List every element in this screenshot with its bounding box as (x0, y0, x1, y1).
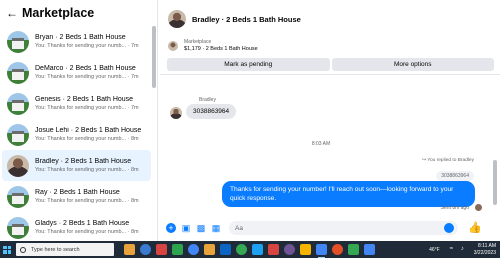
taskbar-app-icon[interactable] (124, 244, 135, 255)
taskbar-app-icon[interactable] (268, 244, 279, 255)
chat-scrollbar[interactable] (493, 160, 497, 205)
plus-icon[interactable]: + (166, 223, 176, 233)
taskbar-app-icon[interactable] (332, 244, 343, 255)
conversation-item[interactable]: Bradley · 2 Beds 1 Bath House You: Thanks… (2, 150, 151, 181)
conversation-item[interactable]: Bryan · 2 Beds 1 Bath House You: Thanks f… (2, 26, 151, 57)
listing-summary[interactable]: Marketplace $1,179 · 2 Beds 1 Bath House (160, 38, 500, 54)
windows-icon (3, 245, 11, 254)
conversation-name: Bryan · 2 Beds 1 Bath House (35, 34, 126, 41)
conversation-preview: You: Thanks for sending your numb... · 8… (35, 229, 139, 235)
taskbar-app-icon[interactable] (252, 244, 263, 255)
read-receipt-avatar (475, 204, 482, 211)
replied-label: ↪ You replied to Bradley (421, 158, 474, 163)
taskbar-app-icon[interactable] (348, 244, 359, 255)
conversation-avatar (7, 154, 29, 177)
more-options-button[interactable]: More options (331, 58, 494, 71)
conversation-item[interactable]: Josue Lehi · 2 Beds 1 Bath House You: Tha… (2, 119, 151, 150)
conversation-preview: You: Thanks for sending your numb... · 8… (35, 167, 139, 173)
start-button[interactable] (0, 241, 14, 258)
conversation-preview: You: Thanks for sending your numb... · 7… (35, 43, 139, 49)
conversation-avatar (7, 216, 29, 239)
conversation-item[interactable]: Gladys · 2 Beds 1 Bath House You: Thanks … (2, 212, 151, 241)
mark-as-pending-button[interactable]: Mark as pending (167, 58, 330, 71)
quoted-message[interactable]: 3038863964 (436, 171, 474, 181)
taskbar-app-icon[interactable] (204, 244, 215, 255)
taskbar-search-placeholder: Type here to search (31, 246, 80, 253)
conversation-avatar (7, 92, 29, 115)
conversation-name: Bradley · 2 Beds 1 Bath House (35, 158, 132, 165)
marketplace-header: ← Marketplace (0, 0, 157, 26)
conversation-avatar (7, 61, 29, 84)
taskbar-app-icon[interactable] (236, 244, 247, 255)
conversation-name: DeMarco · 2 Beds 1 Bath House (35, 65, 136, 72)
system-tray: 46°F ≈ ♪ 8:11 AM 3/22/2023 (429, 241, 496, 258)
gif-icon[interactable]: ▦ (211, 223, 221, 233)
search-icon (20, 246, 26, 253)
wifi-icon[interactable]: ≈ (450, 246, 457, 253)
taskbar-app-icon[interactable] (364, 244, 375, 255)
conversation-avatar (7, 185, 29, 208)
conversation-preview: You: Thanks for sending your numb... · 8… (35, 198, 139, 204)
taskbar-app-icon[interactable] (156, 244, 167, 255)
chat-panel: Bradley · 2 Beds 1 Bath House Marketplac… (160, 0, 500, 241)
taskbar-app-icon[interactable] (172, 244, 183, 255)
composer: + ▣ ▩ ▦ 👍 (160, 216, 500, 240)
conversation-name: Gladys · 2 Beds 1 Bath House (35, 220, 130, 227)
conversation-item[interactable]: Genesis · 2 Beds 1 Bath House You: Thanks… (2, 88, 151, 119)
taskbar-app-icon[interactable] (300, 244, 311, 255)
message-input[interactable] (229, 221, 458, 235)
incoming-message[interactable]: 3038863964 (186, 104, 237, 119)
emoji-icon[interactable] (444, 223, 454, 233)
chat-avatar[interactable] (168, 10, 186, 28)
listing-thumbnail (168, 41, 178, 51)
weather-readout[interactable]: 46°F (429, 247, 440, 253)
conversation-preview: You: Thanks for sending your numb... · 8… (35, 136, 139, 142)
conversation-name: Ray · 2 Beds 1 Bath House (35, 189, 120, 196)
taskbar-search[interactable]: Type here to search (16, 243, 114, 256)
sender-avatar[interactable] (170, 107, 182, 119)
like-icon[interactable]: 👍 (468, 222, 482, 234)
volume-icon[interactable]: ♪ (461, 246, 468, 253)
conversation-list: Bryan · 2 Beds 1 Bath House You: Thanks f… (0, 26, 157, 241)
listing-price: $1,179 · 2 Beds 1 Bath House (184, 45, 258, 52)
conversation-avatar (7, 123, 29, 146)
replied-text: You replied to Bradley (427, 158, 474, 163)
taskbar-app-icon[interactable] (140, 244, 151, 255)
chat-title[interactable]: Bradley · 2 Beds 1 Bath House (192, 15, 301, 24)
taskbar-app-icon[interactable] (316, 244, 327, 258)
conversation-scrollbar[interactable] (152, 26, 156, 88)
clock[interactable]: 8:11 AM 3/22/2023 (474, 243, 496, 256)
marketplace-panel: ← Marketplace Bryan · 2 Beds 1 Bath Hous… (0, 0, 158, 241)
taskbar-app-icon[interactable] (220, 244, 231, 255)
header-divider (160, 74, 500, 75)
conversation-item[interactable]: DeMarco · 2 Beds 1 Bath House You: Thanks… (2, 57, 151, 88)
outgoing-message[interactable]: Thanks for sending your number! I'll rea… (222, 181, 475, 208)
marketplace-title: Marketplace (22, 6, 95, 20)
conversation-preview: You: Thanks for sending your numb... · 7… (35, 105, 139, 111)
taskbar-apps (124, 244, 380, 258)
sent-status: Sent 8m ago (440, 205, 469, 211)
taskbar-app-icon[interactable] (284, 244, 295, 255)
sticker-icon[interactable]: ▩ (196, 223, 206, 233)
image-icon[interactable]: ▣ (181, 223, 191, 233)
conversation-name: Genesis · 2 Beds 1 Bath House (35, 96, 134, 103)
taskbar-app-icon[interactable] (188, 244, 199, 255)
conversation-preview: You: Thanks for sending your numb... · 7… (35, 74, 139, 80)
clock-time: 8:11 AM (478, 243, 496, 250)
windows-taskbar: Type here to search 46°F ≈ ♪ 8:11 AM 3/2… (0, 241, 500, 258)
time-separator: 8:03 AM (311, 141, 331, 147)
conversation-item[interactable]: Ray · 2 Beds 1 Bath House You: Thanks for… (2, 181, 151, 212)
chat-header: Bradley · 2 Beds 1 Bath House (160, 0, 500, 38)
sender-label: Bradley (199, 97, 216, 103)
conversation-avatar (7, 30, 29, 53)
conversation-name: Josue Lehi · 2 Beds 1 Bath House (35, 127, 142, 134)
clock-date: 3/22/2023 (473, 249, 496, 256)
back-arrow-icon[interactable]: ← (6, 6, 18, 20)
